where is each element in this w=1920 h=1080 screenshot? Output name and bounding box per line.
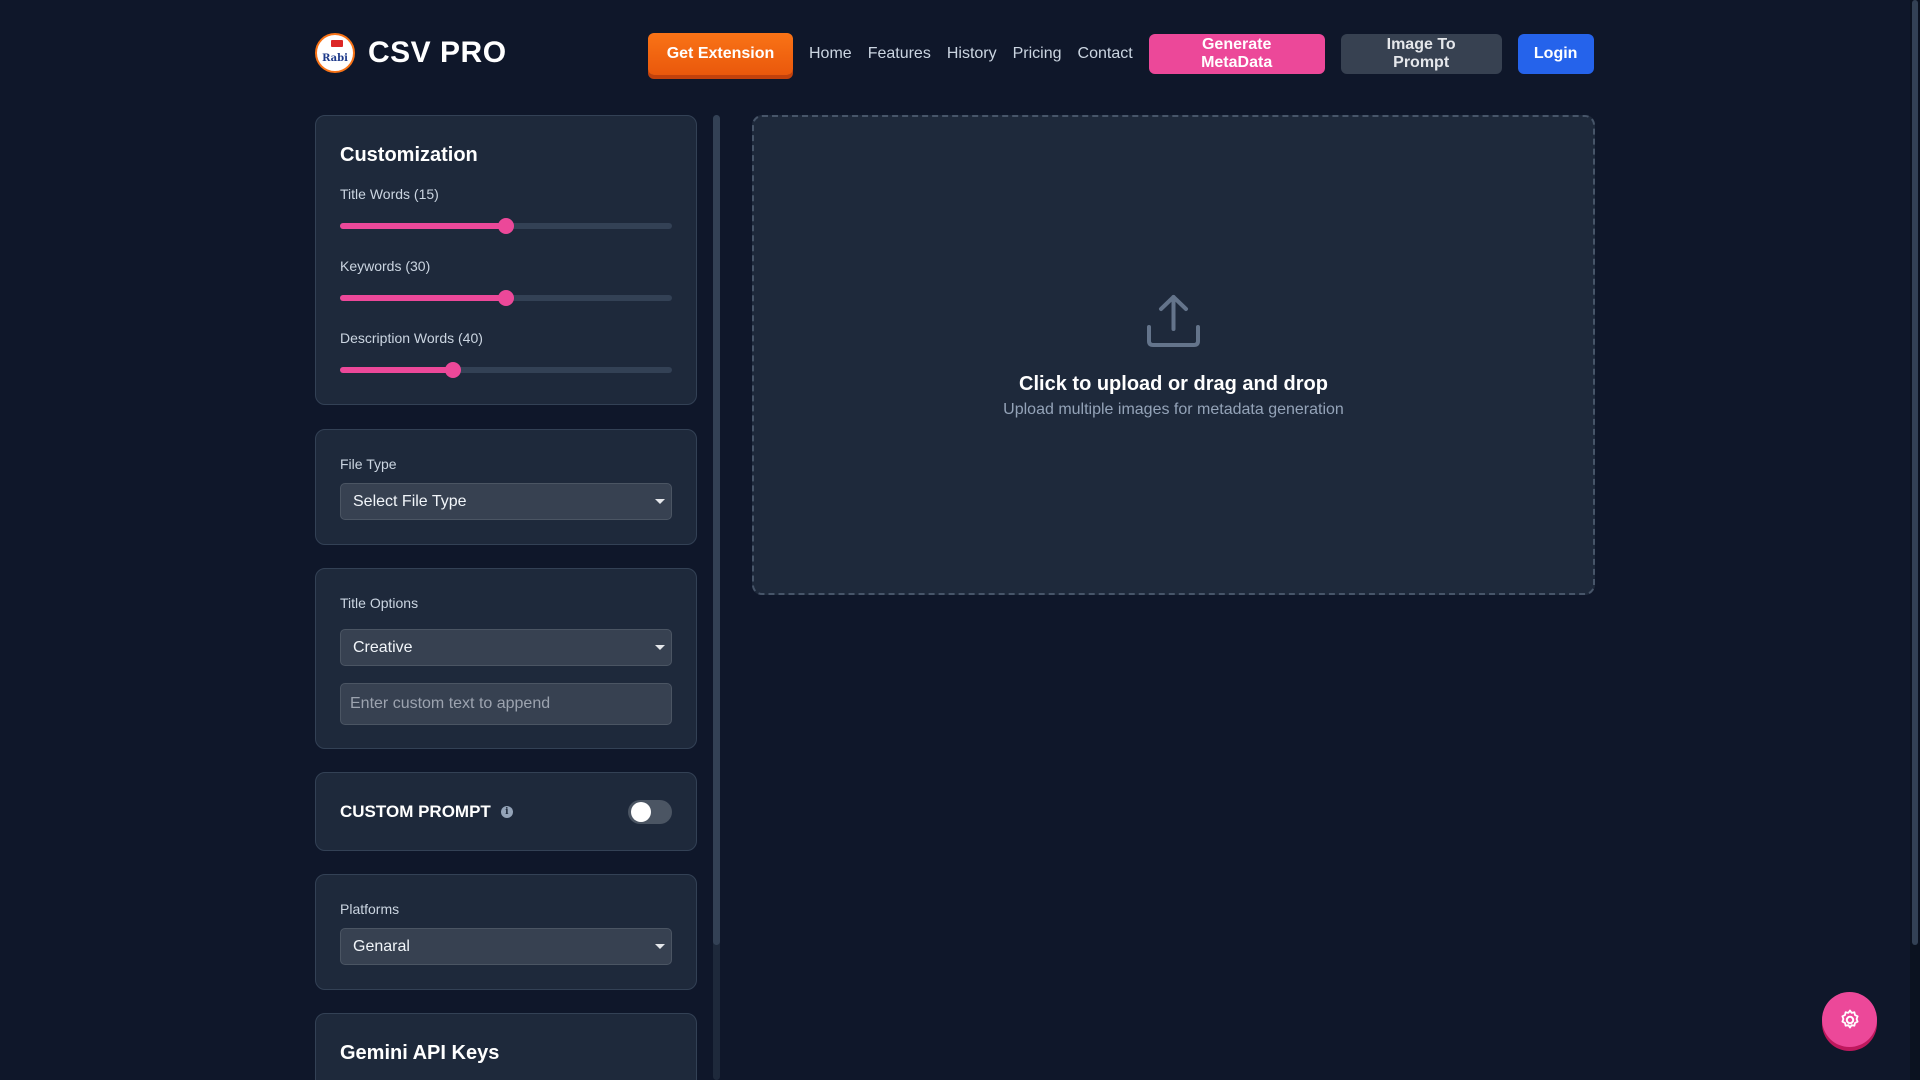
platforms-label: Platforms (340, 901, 400, 917)
custom-text-input[interactable]: Enter custom text to append (340, 683, 672, 725)
chevron-down-icon (655, 499, 665, 504)
nav-link-history[interactable]: History (947, 45, 997, 63)
custom-prompt-card: CUSTOM PROMPT i (315, 772, 697, 851)
file-type-selected: Select File Type (353, 492, 467, 510)
title-words-slider[interactable] (340, 218, 672, 234)
upload-icon (1147, 295, 1200, 347)
nav-links: Home Features History Pricing Contact (809, 45, 1149, 63)
gemini-api-keys-card: Gemini API Keys (315, 1013, 697, 1080)
upload-dropzone[interactable]: Click to upload or drag and drop Upload … (752, 115, 1595, 595)
page-scrollbar[interactable] (1910, 0, 1920, 1080)
platforms-selected: Genaral (353, 937, 410, 955)
gemini-api-keys-title: Gemini API Keys (340, 1042, 500, 1064)
customization-card: Customization Title Words (15) Keywords … (315, 115, 697, 405)
platforms-select[interactable]: Genaral (340, 928, 672, 965)
gear-icon (1841, 1009, 1858, 1028)
sidebar-scrollbar[interactable] (713, 115, 720, 1080)
page: Rabi CSV PRO Get Extension Home Features… (0, 0, 1920, 1080)
title-options-card: Title Options Creative Enter custom text… (315, 568, 697, 749)
nav-link-contact[interactable]: Contact (1078, 45, 1133, 63)
toggle-knob (631, 802, 651, 822)
file-type-label: File Type (340, 456, 397, 472)
keywords-label: Keywords (30) (340, 258, 431, 274)
description-words-slider[interactable] (340, 362, 672, 378)
logo[interactable]: Rabi CSV PRO (315, 33, 507, 73)
sidebar-scrollbar-thumb[interactable] (713, 115, 720, 945)
upload-subtitle: Upload multiple images for metadata gene… (1003, 401, 1344, 418)
nav-link-pricing[interactable]: Pricing (1013, 45, 1062, 63)
logo-text: CSV PRO (368, 36, 507, 69)
nav-link-features[interactable]: Features (868, 45, 931, 63)
logo-badge-icon: Rabi (315, 33, 355, 73)
file-type-select[interactable]: Select File Type (340, 483, 672, 520)
file-type-card: File Type Select File Type (315, 429, 697, 545)
upload-title: Click to upload or drag and drop (1019, 373, 1328, 395)
title-words-label: Title Words (15) (340, 186, 439, 202)
custom-text-placeholder: Enter custom text to append (350, 695, 551, 712)
nav-link-home[interactable]: Home (809, 45, 852, 63)
chevron-down-icon (655, 645, 665, 650)
title-options-label: Title Options (340, 595, 419, 611)
keywords-slider[interactable] (340, 290, 672, 306)
image-to-prompt-button[interactable]: Image To Prompt (1340, 33, 1502, 74)
chevron-down-icon (655, 944, 665, 949)
title-options-selected: Creative (353, 638, 413, 656)
slider-thumb[interactable] (444, 362, 461, 378)
platforms-card: Platforms Genaral (315, 874, 697, 990)
title-options-select[interactable]: Creative (340, 629, 672, 666)
slider-thumb[interactable] (498, 218, 514, 234)
login-button[interactable]: Login (1517, 33, 1594, 74)
get-extension-button[interactable]: Get Extension (648, 32, 793, 75)
description-words-label: Description Words (40) (340, 330, 483, 346)
custom-prompt-title: CUSTOM PROMPT i (340, 802, 513, 822)
page-scrollbar-thumb[interactable] (1912, 0, 1918, 945)
custom-prompt-toggle[interactable] (628, 800, 672, 824)
slider-thumb[interactable] (498, 290, 514, 306)
top-nav: Get Extension Home Features History Pric… (648, 32, 1594, 75)
info-icon[interactable]: i (500, 806, 513, 818)
customization-title: Customization (340, 144, 478, 166)
settings-fab-button[interactable] (1822, 992, 1877, 1047)
custom-prompt-label: CUSTOM PROMPT (340, 802, 491, 821)
generate-metadata-button[interactable]: Generate MetaData (1148, 33, 1325, 74)
logo-badge-text: Rabi (322, 52, 348, 64)
